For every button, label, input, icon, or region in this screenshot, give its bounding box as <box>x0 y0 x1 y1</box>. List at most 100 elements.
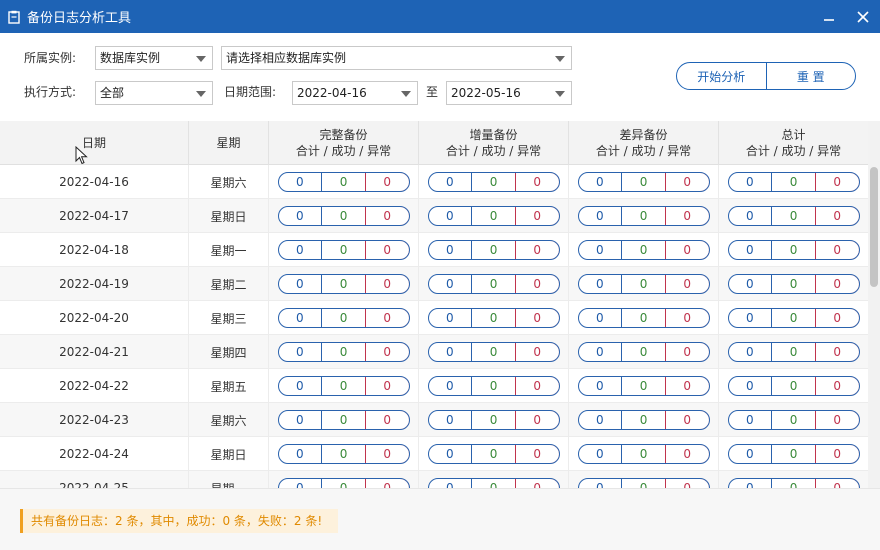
diff-count-pill[interactable]: 000 <box>577 240 710 260</box>
total-count-pill[interactable]: 000 <box>727 240 860 260</box>
count-total: 0 <box>596 379 604 393</box>
count-success: 0 <box>471 207 515 225</box>
reset-button[interactable]: 重 置 <box>765 63 856 89</box>
date-to-picker[interactable]: 2022-05-16 <box>446 81 572 105</box>
full-count-pill[interactable]: 000 <box>277 342 410 362</box>
header-weekday[interactable]: 星期 <box>189 121 269 165</box>
header-differential-backup[interactable]: 差异备份 合计 / 成功 / 异常 <box>569 121 719 165</box>
cell-weekday: 星期二 <box>189 267 269 301</box>
count-error: 0 <box>814 411 859 429</box>
incr-count-pill[interactable]: 000 <box>427 444 560 464</box>
cell-weekday: 星期一 <box>189 471 269 488</box>
count-error: 0 <box>814 241 859 259</box>
count-error: 0 <box>514 377 559 395</box>
count-success: 0 <box>471 445 515 463</box>
cell-total: 000 <box>719 471 868 488</box>
full-count-pill[interactable]: 000 <box>277 444 410 464</box>
full-count-pill[interactable]: 000 <box>277 172 410 192</box>
table-scrollbar[interactable] <box>868 121 880 488</box>
cell-full: 000 <box>269 165 419 199</box>
table-row[interactable]: 2022-04-22 星期五 0 0 0 0 0 0 0 0 0 0 0 0 <box>0 369 868 403</box>
full-count-pill[interactable]: 000 <box>277 308 410 328</box>
header-total[interactable]: 总计 合计 / 成功 / 异常 <box>719 121 868 165</box>
full-count-pill[interactable]: 000 <box>277 274 410 294</box>
cell-incr: 000 <box>419 437 569 471</box>
cell-incr: 000 <box>419 403 569 437</box>
diff-count-pill[interactable]: 000 <box>577 410 710 430</box>
incr-count-pill[interactable]: 000 <box>427 308 560 328</box>
table-row[interactable]: 2022-04-16 星期六 0 0 0 0 0 0 0 0 0 0 0 0 <box>0 165 868 199</box>
count-success: 0 <box>321 309 365 327</box>
table-row[interactable]: 2022-04-24 星期日 0 0 0 0 0 0 0 0 0 0 0 0 <box>0 437 868 471</box>
full-count-pill[interactable]: 000 <box>277 206 410 226</box>
incr-count-pill[interactable]: 000 <box>427 410 560 430</box>
total-count-pill[interactable]: 000 <box>727 342 860 362</box>
count-total: 0 <box>596 277 604 291</box>
header-incremental-backup[interactable]: 增量备份 合计 / 成功 / 异常 <box>419 121 569 165</box>
diff-count-pill[interactable]: 000 <box>577 444 710 464</box>
count-success: 0 <box>771 479 815 488</box>
diff-count-pill[interactable]: 000 <box>577 376 710 396</box>
total-count-pill[interactable]: 000 <box>727 206 860 226</box>
close-button[interactable] <box>846 0 880 33</box>
table-row[interactable]: 2022-04-17 星期日 0 0 0 0 0 0 0 0 0 0 0 0 <box>0 199 868 233</box>
full-count-pill[interactable]: 000 <box>277 478 410 488</box>
instance-select[interactable]: 请选择相应数据库实例 <box>221 46 572 70</box>
incr-count-pill[interactable]: 000 <box>427 172 560 192</box>
full-count-pill[interactable]: 000 <box>277 240 410 260</box>
scrollbar-thumb[interactable] <box>870 167 878 287</box>
diff-count-pill[interactable]: 000 <box>577 172 710 192</box>
diff-count-pill[interactable]: 000 <box>577 274 710 294</box>
count-total: 0 <box>596 175 604 189</box>
total-count-pill[interactable]: 000 <box>727 308 860 328</box>
table-row[interactable]: 2022-04-23 星期六 0 0 0 0 0 0 0 0 0 0 0 0 <box>0 403 868 437</box>
incr-count-pill[interactable]: 000 <box>427 478 560 488</box>
diff-count-pill[interactable]: 000 <box>577 478 710 488</box>
instance-type-select[interactable]: 数据库实例 <box>95 46 213 70</box>
diff-count-pill[interactable]: 000 <box>577 308 710 328</box>
table-row[interactable]: 2022-04-19 星期二 0 0 0 0 0 0 0 0 0 0 0 0 <box>0 267 868 301</box>
mode-label: 执行方式: <box>24 85 77 99</box>
count-error: 0 <box>514 343 559 361</box>
minimize-button[interactable] <box>812 0 846 33</box>
cell-total: 000 <box>719 403 868 437</box>
diff-count-pill[interactable]: 000 <box>577 206 710 226</box>
count-success: 0 <box>471 377 515 395</box>
incr-count-pill[interactable]: 000 <box>427 342 560 362</box>
start-analysis-button[interactable]: 开始分析 <box>677 63 766 89</box>
total-count-pill[interactable]: 000 <box>727 410 860 430</box>
count-error: 0 <box>814 343 859 361</box>
incr-count-pill[interactable]: 000 <box>427 376 560 396</box>
total-count-pill[interactable]: 000 <box>727 376 860 396</box>
total-count-pill[interactable]: 000 <box>727 444 860 464</box>
count-error: 0 <box>364 343 409 361</box>
count-total: 0 <box>596 413 604 427</box>
count-error: 0 <box>814 479 859 488</box>
table-row[interactable]: 2022-04-18 星期一 0 0 0 0 0 0 0 0 0 0 0 0 <box>0 233 868 267</box>
table-row[interactable]: 2022-04-21 星期四 0 0 0 0 0 0 0 0 0 0 0 0 <box>0 335 868 369</box>
incr-count-pill[interactable]: 000 <box>427 206 560 226</box>
total-count-pill[interactable]: 000 <box>727 478 860 488</box>
header-date[interactable]: 日期 <box>0 121 189 165</box>
count-total: 0 <box>296 175 304 189</box>
table-row[interactable]: 2022-04-25星期一000000000000 <box>0 471 868 488</box>
full-count-pill[interactable]: 000 <box>277 376 410 396</box>
total-count-pill[interactable]: 000 <box>727 274 860 294</box>
total-count-pill[interactable]: 000 <box>727 172 860 192</box>
full-count-pill[interactable]: 000 <box>277 410 410 430</box>
count-success: 0 <box>471 309 515 327</box>
cell-incr: 000 <box>419 267 569 301</box>
cell-full: 000 <box>269 471 419 488</box>
caret-down-icon <box>196 56 206 62</box>
incr-count-pill[interactable]: 000 <box>427 240 560 260</box>
date-from-picker[interactable]: 2022-04-16 <box>292 81 418 105</box>
table-row[interactable]: 2022-04-20 星期三 0 0 0 0 0 0 0 0 0 0 0 0 <box>0 301 868 335</box>
count-total: 0 <box>596 447 604 461</box>
header-full-backup[interactable]: 完整备份 合计 / 成功 / 异常 <box>269 121 419 165</box>
diff-count-pill[interactable]: 000 <box>577 342 710 362</box>
cell-incr: 000 <box>419 335 569 369</box>
mode-value: 全部 <box>100 86 125 100</box>
count-total: 0 <box>746 345 754 359</box>
incr-count-pill[interactable]: 000 <box>427 274 560 294</box>
mode-select[interactable]: 全部 <box>95 81 213 105</box>
